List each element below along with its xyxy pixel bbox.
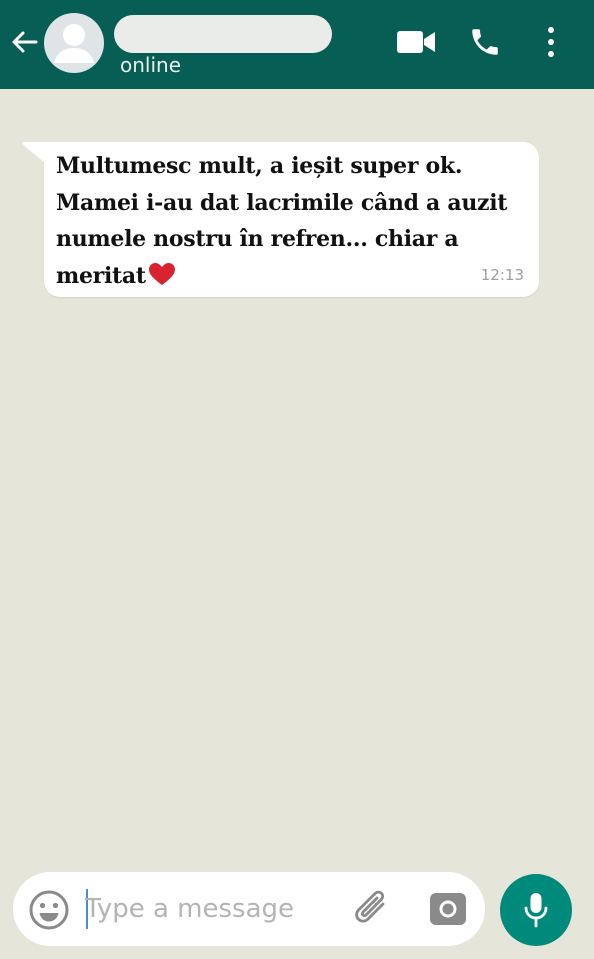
message-timestamp: 12:13 [480, 266, 524, 284]
message-line: numele nostru în refren... chiar a [56, 226, 459, 252]
back-arrow-icon[interactable] [8, 26, 40, 58]
incoming-message-bubble[interactable]: Multumesc mult, a ieșit super ok. Mamei … [44, 142, 539, 297]
bubble-tail [22, 142, 46, 164]
avatar[interactable] [44, 13, 104, 73]
message-input[interactable] [85, 890, 305, 928]
voice-message-button[interactable] [500, 874, 572, 946]
contact-name-redacted[interactable] [114, 15, 332, 53]
chat-header: online [0, 0, 594, 89]
camera-icon[interactable] [429, 892, 467, 926]
message-line: Multumesc mult, a ieșit super ok. [56, 153, 463, 179]
heart-icon [148, 262, 175, 285]
default-avatar-icon [54, 24, 94, 63]
message-text: Multumesc mult, a ieșit super ok. Mamei … [56, 148, 526, 294]
emoji-icon[interactable] [28, 889, 70, 931]
more-options-icon[interactable] [540, 25, 562, 59]
message-line: Mamei i-au dat lacrimile când a auzit [56, 189, 508, 216]
video-call-icon[interactable] [396, 28, 436, 56]
message-line: meritat [56, 262, 146, 289]
microphone-icon [524, 893, 548, 928]
contact-status: online [120, 53, 182, 77]
phone-call-icon[interactable] [468, 25, 502, 59]
message-composer [13, 872, 485, 946]
attachment-icon[interactable] [353, 890, 395, 928]
